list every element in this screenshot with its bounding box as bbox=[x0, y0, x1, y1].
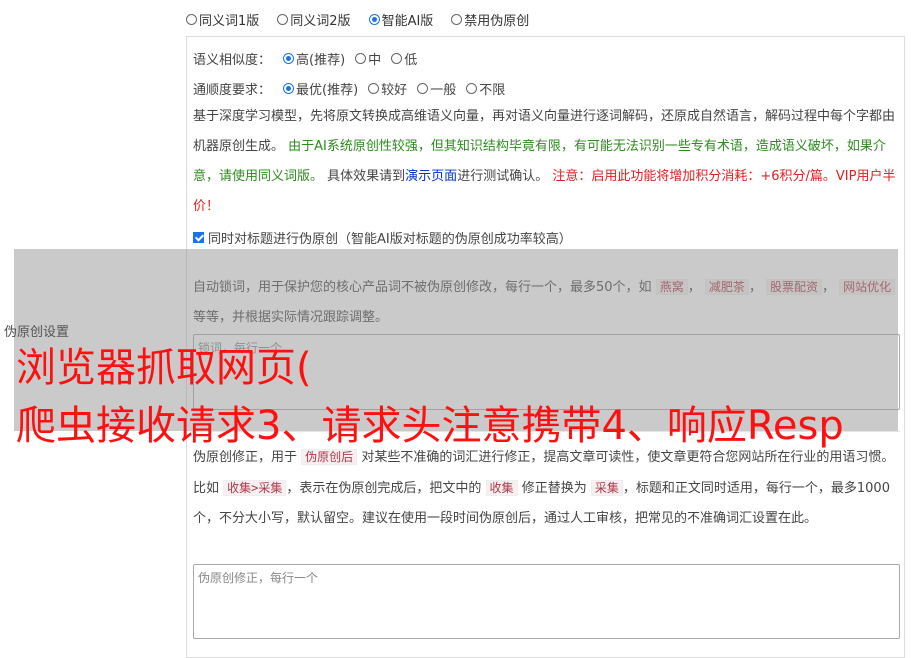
radio-selected-icon[interactable] bbox=[283, 83, 295, 94]
mode-option-disable[interactable]: 禁用伪原创 bbox=[451, 10, 529, 29]
correction-textarea[interactable]: 伪原创修正，每行一个 bbox=[193, 564, 900, 639]
correction-description: 伪原创修正，用于 伪原创后 对某些不准确的词汇进行修正，提高文章可读性，使文章更… bbox=[193, 442, 899, 534]
fluency-row: 通顺度要求： 最优(推荐) 较好 一般 不限 bbox=[193, 79, 505, 98]
example-tag: 收集>采集 bbox=[223, 480, 287, 496]
fluency-option-best[interactable]: 最优(推荐) bbox=[283, 79, 358, 98]
similarity-option-low[interactable]: 低 bbox=[391, 49, 417, 68]
option-label: 高(推荐) bbox=[296, 53, 346, 68]
option-label: 最优(推荐) bbox=[296, 83, 359, 98]
radio-selected-icon[interactable] bbox=[368, 14, 380, 25]
correction-text: 伪原创修正，用于 bbox=[193, 450, 298, 465]
description-text: 进行测试确认。 bbox=[457, 169, 549, 184]
overlay-red-text-line-2: 爬虫接收请求3、请求头注意携带4、响应Resp bbox=[16, 403, 844, 449]
radio-icon[interactable] bbox=[186, 14, 197, 25]
option-label: 低 bbox=[404, 53, 418, 68]
overlay-red-text-line-1: 浏览器抓取网页( bbox=[16, 345, 312, 391]
radio-icon[interactable] bbox=[368, 83, 380, 94]
mode-option-label: 智能AI版 bbox=[381, 14, 434, 29]
option-label: 中 bbox=[368, 53, 382, 68]
radio-icon[interactable] bbox=[391, 53, 403, 64]
radio-selected-icon[interactable] bbox=[283, 53, 295, 64]
demo-page-link[interactable]: 演示页面 bbox=[405, 169, 457, 184]
mode-option-synonym-1[interactable]: 同义词1版 bbox=[186, 10, 259, 29]
mode-option-label: 禁用伪原创 bbox=[464, 14, 530, 29]
fluency-option-normal[interactable]: 一般 bbox=[417, 79, 456, 98]
similarity-option-medium[interactable]: 中 bbox=[355, 49, 381, 68]
checkbox-checked-icon[interactable] bbox=[193, 232, 204, 243]
similarity-label: 语义相似度： bbox=[193, 53, 272, 68]
title-checkbox-row[interactable]: 同时对标题进行伪原创（智能AI版对标题的伪原创成功率较高） bbox=[193, 228, 572, 247]
similarity-row: 语义相似度： 高(推荐) 中 低 bbox=[193, 49, 417, 68]
radio-icon[interactable] bbox=[355, 53, 367, 64]
description-text: 具体效果请到 bbox=[327, 169, 406, 184]
option-label: 一般 bbox=[430, 83, 457, 98]
example-tag: 伪原创后 bbox=[301, 449, 358, 465]
mode-radio-group: 同义词1版 同义词2版 智能AI版 禁用伪原创 bbox=[186, 10, 529, 29]
radio-icon[interactable] bbox=[451, 14, 463, 25]
correction-placeholder: 伪原创修正，每行一个 bbox=[198, 571, 319, 585]
option-label: 不限 bbox=[479, 83, 506, 98]
radio-icon[interactable] bbox=[417, 83, 429, 94]
example-tag: 收集 bbox=[485, 480, 518, 496]
example-tag: 采集 bbox=[590, 480, 623, 496]
fluency-option-any[interactable]: 不限 bbox=[466, 79, 505, 98]
option-label: 较好 bbox=[381, 83, 408, 98]
correction-text: ，表示在伪原创完成后，把文中的 bbox=[286, 481, 482, 496]
mode-option-label: 同义词2版 bbox=[290, 14, 351, 29]
fluency-option-good[interactable]: 较好 bbox=[368, 79, 407, 98]
mode-option-ai[interactable]: 智能AI版 bbox=[368, 10, 434, 29]
mode-option-label: 同义词1版 bbox=[199, 14, 260, 29]
radio-icon[interactable] bbox=[277, 14, 289, 25]
title-checkbox-label: 同时对标题进行伪原创（智能AI版对标题的伪原创成功率较高） bbox=[208, 232, 572, 247]
ai-description: 基于深度学习模型，先将原文转换成高维语义向量，再对语义向量进行逐词解码，还原成自… bbox=[193, 102, 899, 222]
radio-icon[interactable] bbox=[466, 83, 478, 94]
similarity-option-high[interactable]: 高(推荐) bbox=[283, 49, 345, 68]
mode-option-synonym-2[interactable]: 同义词2版 bbox=[277, 10, 351, 29]
correction-text: 修正替换为 bbox=[521, 481, 587, 496]
fluency-label: 通顺度要求： bbox=[193, 83, 272, 98]
